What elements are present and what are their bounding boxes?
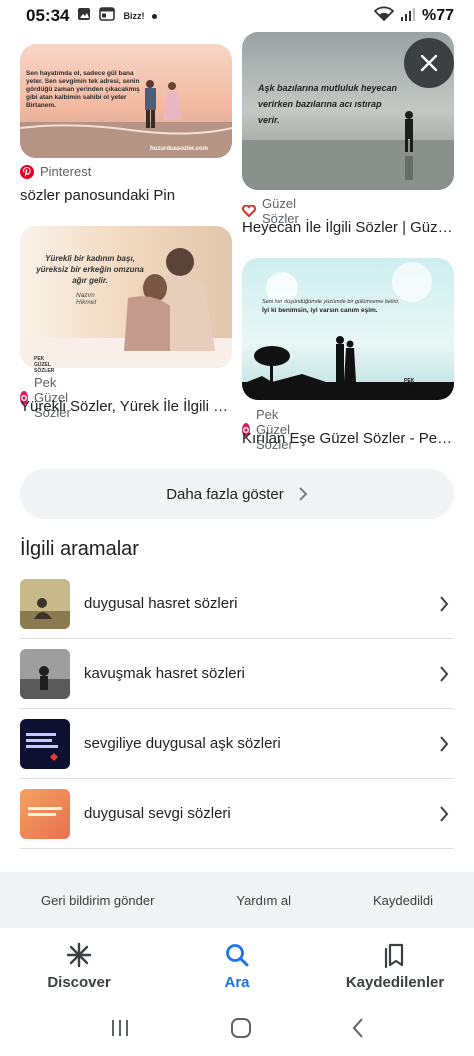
home-button[interactable] bbox=[230, 1017, 252, 1044]
browser-icon bbox=[99, 6, 116, 26]
related-search-thumbnail bbox=[20, 648, 70, 699]
search-icon bbox=[226, 943, 249, 966]
result-source-1: Pinterest bbox=[20, 164, 91, 179]
result-image-3-author: Nazım Hikmet bbox=[76, 292, 97, 306]
nav-search-label: Ara bbox=[224, 973, 250, 991]
chevron-right-icon bbox=[434, 595, 454, 612]
notification-text: Bizz! bbox=[123, 11, 145, 21]
status-time: 05:34 bbox=[26, 6, 70, 25]
status-bar: 05:34 Bizz! %77 bbox=[0, 0, 474, 32]
result-title-1[interactable]: sözler panosundaki Pin bbox=[20, 187, 232, 204]
chevron-right-icon bbox=[434, 665, 454, 682]
chevron-right-icon bbox=[434, 805, 454, 822]
gallery-icon bbox=[77, 7, 91, 26]
asterisk-icon bbox=[66, 942, 92, 967]
signal-icon bbox=[400, 7, 416, 26]
wifi-icon bbox=[373, 6, 395, 27]
nav-search[interactable]: Ara bbox=[162, 942, 312, 991]
heart-icon bbox=[242, 204, 256, 218]
send-feedback-link[interactable]: Geri bildirim gönder bbox=[41, 893, 154, 908]
home-icon bbox=[230, 1017, 251, 1038]
get-help-link[interactable]: Yardım al bbox=[236, 893, 291, 908]
related-search-label: kavuşmak hasret sözleri bbox=[84, 665, 245, 682]
show-more-button[interactable]: Daha fazla göster bbox=[20, 469, 454, 519]
related-search-item[interactable]: duygusal hasret sözleri bbox=[20, 569, 454, 639]
battery-percent: %77 bbox=[421, 7, 454, 24]
result-title-2[interactable]: Heyecan İle İlgili Sözler | Güzel Sözler bbox=[242, 219, 454, 236]
nav-saved-label: Kaydedilenler bbox=[345, 973, 445, 991]
result-image-1-caption: Sen hayatımda ol, sadece gül bana yeter.… bbox=[26, 70, 140, 109]
related-search-thumbnail bbox=[20, 718, 70, 769]
result-title-3[interactable]: Yürekli Sözler, Yürek İle İlgili Sözler bbox=[20, 398, 232, 415]
saved-link[interactable]: Kaydedildi bbox=[373, 893, 433, 908]
nav-discover-label: Discover bbox=[47, 973, 111, 991]
related-search-item[interactable]: kavuşmak hasret sözleri bbox=[20, 639, 454, 709]
related-search-item[interactable]: duygusal sevgi sözleri bbox=[20, 779, 454, 849]
chevron-right-icon bbox=[434, 735, 454, 752]
recent-apps-button[interactable] bbox=[109, 1018, 131, 1043]
bookmarks-icon bbox=[384, 943, 404, 968]
chevron-right-icon bbox=[299, 487, 308, 501]
nav-saved[interactable]: Kaydedilenler bbox=[320, 942, 470, 991]
close-icon bbox=[420, 54, 438, 72]
system-navigation-bar bbox=[0, 1004, 474, 1056]
result-image-1-watermark: huzurduasozler.com bbox=[150, 146, 209, 152]
result-title-4[interactable]: Kırılan Eşe Güzel Sözler - Pek Güzel Söz… bbox=[242, 430, 454, 447]
notification-dot-icon bbox=[152, 13, 158, 19]
back-button[interactable] bbox=[351, 1017, 365, 1044]
recent-apps-icon bbox=[112, 1019, 129, 1036]
close-button[interactable] bbox=[404, 38, 454, 88]
related-searches-heading: İlgili aramalar bbox=[20, 538, 139, 560]
result-image-2-caption: Aşk bazılarına mutluluk heyecan verirken… bbox=[258, 83, 398, 125]
result-image-3-watermark: PEK GÜZEL SÖZLER bbox=[34, 356, 55, 374]
related-search-thumbnail bbox=[20, 788, 70, 839]
result-image-4-watermark: PEK GÜZEL SÖZLER bbox=[404, 378, 425, 396]
show-more-label: Daha fazla göster bbox=[166, 485, 284, 503]
result-image-4-caption-2: İyi ki benimsin, iyi varsın canım eşim. bbox=[262, 307, 378, 314]
result-source-1-label: Pinterest bbox=[40, 164, 92, 179]
related-search-label: duygusal hasret sözleri bbox=[84, 595, 238, 612]
related-search-label: duygusal sevgi sözleri bbox=[84, 805, 231, 822]
nav-discover[interactable]: Discover bbox=[4, 942, 154, 991]
pinterest-icon bbox=[20, 164, 34, 179]
bottom-navigation: Discover Ara Kaydedilenler bbox=[0, 928, 474, 1004]
result-image-3[interactable] bbox=[20, 226, 232, 368]
related-search-item[interactable]: sevgiliye duygusal aşk sözleri bbox=[20, 709, 454, 779]
result-image-3-caption: Yürekli bir kadının başı, yüreksiz bir e… bbox=[36, 254, 144, 285]
back-icon bbox=[352, 1017, 363, 1038]
related-search-thumbnail bbox=[20, 578, 70, 629]
footer-links: Geri bildirim gönder Yardım al Kaydedild… bbox=[0, 872, 474, 928]
related-search-label: sevgiliye duygusal aşk sözleri bbox=[84, 735, 281, 752]
result-image-4-caption-1: Seni her düşündüğümde yüzümde bir gülüms… bbox=[262, 299, 400, 305]
